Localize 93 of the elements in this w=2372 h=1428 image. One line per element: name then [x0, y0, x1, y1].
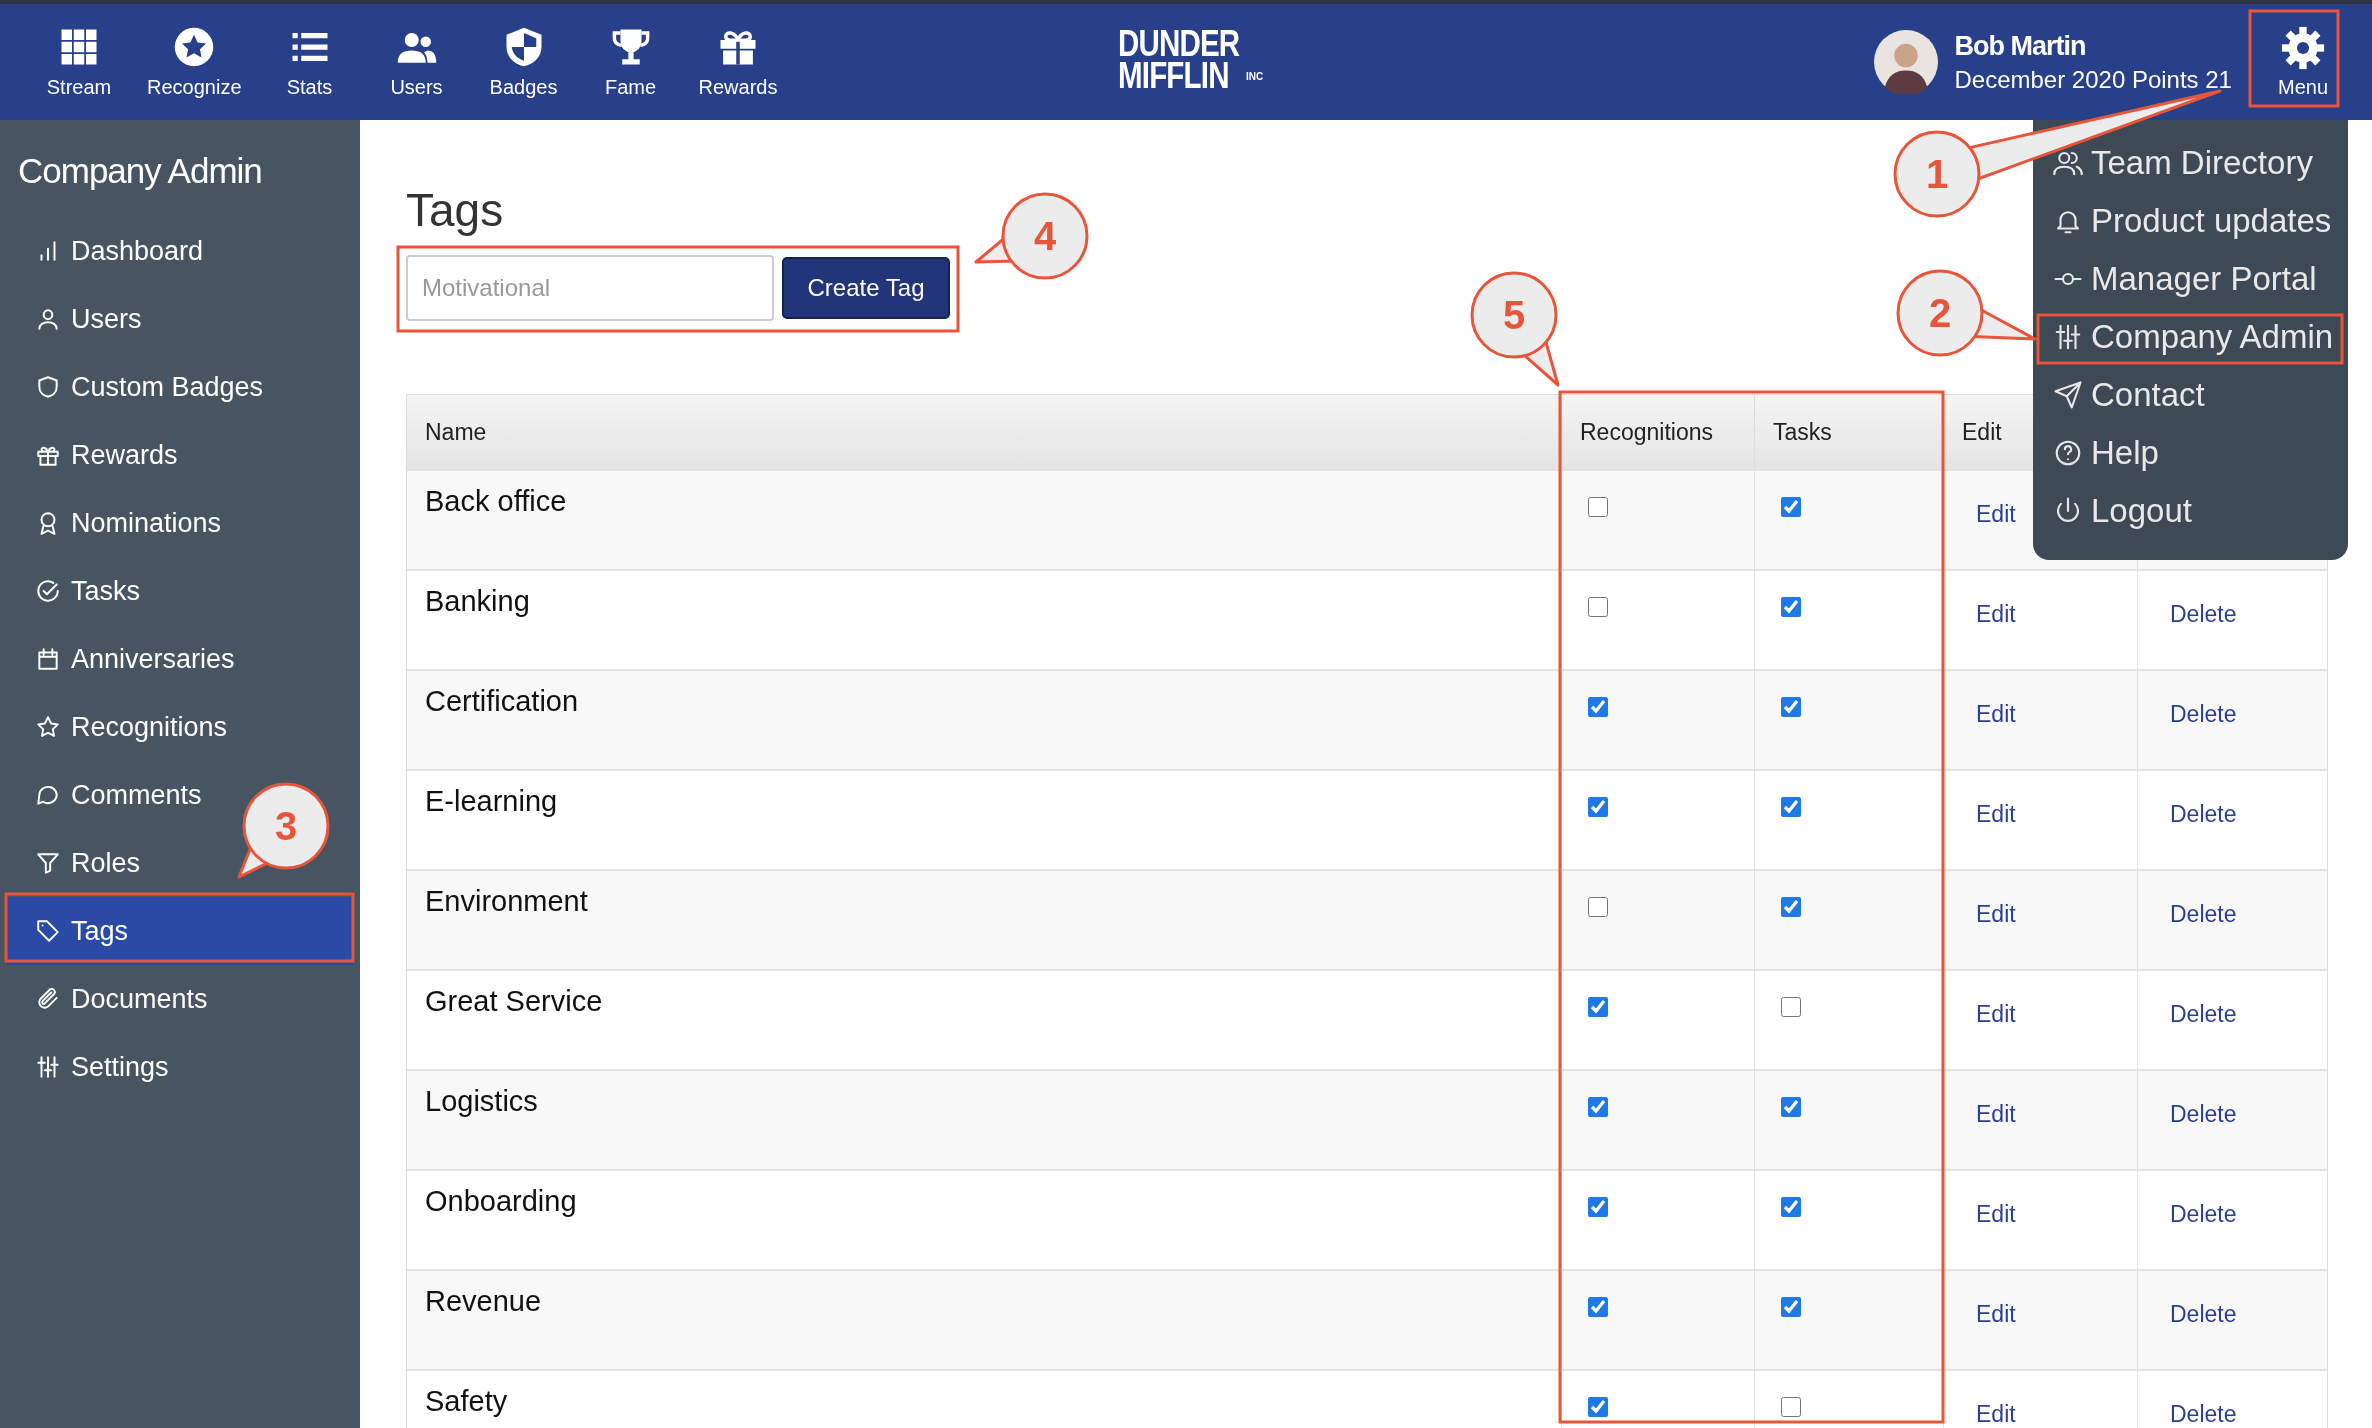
menu-item[interactable]: Logout: [2033, 482, 2348, 540]
user-points: December 2020 Points 21: [1954, 65, 2232, 94]
sidebar-item[interactable]: Recognitions: [7, 693, 238, 761]
edit-link[interactable]: Edit: [1976, 601, 2016, 628]
edit-link[interactable]: Edit: [1976, 801, 2016, 828]
tasks-checkbox[interactable]: [1781, 997, 1801, 1018]
tasks-checkbox[interactable]: [1781, 597, 1801, 618]
star-icon: [35, 714, 61, 740]
sidebar-item[interactable]: Roles: [7, 829, 151, 897]
tag-name: E-learning: [425, 785, 558, 818]
edit-link[interactable]: Edit: [1976, 901, 2016, 928]
tasks-checkbox[interactable]: [1781, 1097, 1801, 1118]
edit-link[interactable]: Edit: [1976, 1201, 2016, 1228]
tag-name: Logistics: [425, 1085, 538, 1118]
recognitions-checkbox[interactable]: [1588, 697, 1608, 718]
recognitions-checkbox[interactable]: [1588, 1097, 1608, 1118]
sidebar-item[interactable]: Users: [7, 285, 152, 353]
sidebar-item[interactable]: Nominations: [7, 489, 232, 557]
filter-icon: [35, 850, 61, 876]
sidebar-item[interactable]: Documents: [7, 965, 218, 1033]
recognitions-checkbox[interactable]: [1588, 797, 1608, 818]
nav-item[interactable]: Stats: [270, 25, 349, 99]
tasks-checkbox[interactable]: [1781, 1197, 1801, 1218]
delete-link[interactable]: Delete: [2170, 1401, 2237, 1428]
sidebar-item[interactable]: Custom Badges: [7, 353, 274, 421]
tasks-checkbox[interactable]: [1781, 797, 1801, 818]
recognitions-checkbox[interactable]: [1588, 1397, 1608, 1418]
recognitions-checkbox[interactable]: [1588, 1297, 1608, 1318]
nav-item[interactable]: Rewards: [698, 25, 778, 99]
settings-icon: [2281, 25, 2325, 70]
tasks-checkbox[interactable]: [1781, 497, 1801, 518]
tag-name: Safety: [425, 1385, 508, 1418]
column-header: Name: [424, 417, 488, 447]
tag-name: Certification: [425, 685, 579, 718]
nav-item[interactable]: Fame: [591, 25, 670, 99]
tag-name: Back office: [425, 485, 567, 518]
shield-icon: [35, 374, 61, 400]
nav-item[interactable]: Stream: [40, 25, 118, 99]
sidebar-item[interactable]: Dashboard: [7, 217, 214, 285]
edit-link[interactable]: Edit: [1976, 1001, 2016, 1028]
user-name: Bob Martin: [1954, 30, 2087, 62]
tag-name: Environment: [425, 885, 588, 918]
menu-item[interactable]: Product updates: [2033, 192, 2348, 250]
calendar-icon: [35, 646, 61, 672]
avatar[interactable]: [1874, 30, 1939, 94]
edit-link[interactable]: Edit: [1976, 701, 2016, 728]
delete-link[interactable]: Delete: [2170, 901, 2237, 928]
recognitions-checkbox[interactable]: [1588, 497, 1608, 518]
tag-name-field[interactable]: Motivational: [406, 255, 774, 322]
sidebar-item[interactable]: Settings: [7, 1033, 179, 1101]
create-tag-button[interactable]: Create Tag: [782, 257, 950, 320]
menu-button[interactable]: Menu: [2267, 19, 2338, 105]
logo: DUNDER MIFFLIN INC: [1118, 28, 1264, 92]
user-icon: [35, 306, 61, 332]
help-icon: [2053, 438, 2083, 468]
delete-link[interactable]: Delete: [2170, 701, 2237, 728]
tasks-checkbox[interactable]: [1781, 897, 1801, 918]
sidebar-item[interactable]: Rewards: [7, 421, 188, 489]
delete-link[interactable]: Delete: [2170, 1301, 2237, 1328]
tag-name: Onboarding: [425, 1185, 577, 1218]
sidebar-item[interactable]: Tags: [7, 897, 353, 965]
delete-link[interactable]: Delete: [2170, 801, 2237, 828]
nav-item[interactable]: Users: [377, 25, 456, 99]
nav-item[interactable]: Recognize: [147, 25, 242, 99]
tag-name: Revenue: [425, 1285, 542, 1318]
nav-item[interactable]: Badges: [484, 25, 563, 99]
edit-link[interactable]: Edit: [1976, 501, 2016, 528]
menu-item[interactable]: Team Directory: [2033, 134, 2348, 192]
tasks-checkbox[interactable]: [1781, 697, 1801, 718]
edit-link[interactable]: Edit: [1976, 1401, 2016, 1428]
recognitions-checkbox[interactable]: [1588, 897, 1608, 918]
recognitions-checkbox[interactable]: [1588, 997, 1608, 1018]
tag-icon: [35, 918, 61, 944]
recognitions-checkbox[interactable]: [1588, 597, 1608, 618]
sidebar-item[interactable]: Tasks: [7, 557, 151, 625]
delete-link[interactable]: Delete: [2170, 601, 2237, 628]
delete-link[interactable]: Delete: [2170, 1201, 2237, 1228]
delete-link[interactable]: Delete: [2170, 1001, 2237, 1028]
sidebar-title: Company Admin: [17, 150, 263, 192]
tag-name: Banking: [425, 585, 530, 618]
page-title: Tags: [406, 183, 504, 238]
edit-link[interactable]: Edit: [1976, 1101, 2016, 1128]
sidebar-item[interactable]: Comments: [7, 761, 212, 829]
delete-link[interactable]: Delete: [2170, 1101, 2237, 1128]
recognitions-checkbox[interactable]: [1588, 1197, 1608, 1218]
sliders-icon: [35, 1054, 61, 1080]
sidebar-item[interactable]: Anniversaries: [7, 625, 245, 693]
sliders-icon: [2053, 322, 2083, 352]
edit-link[interactable]: Edit: [1976, 1301, 2016, 1328]
tasks-checkbox[interactable]: [1781, 1397, 1801, 1418]
tag-name: Great Service: [425, 985, 603, 1018]
tasks-checkbox[interactable]: [1781, 1297, 1801, 1318]
paper-plane-icon: [2053, 380, 2083, 410]
